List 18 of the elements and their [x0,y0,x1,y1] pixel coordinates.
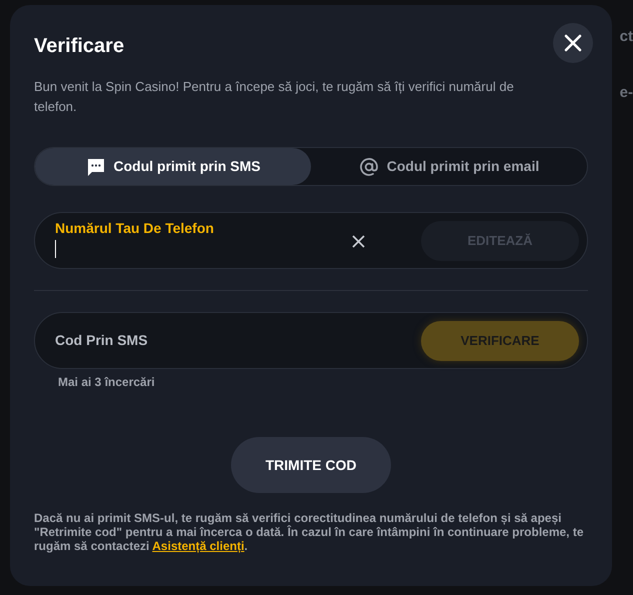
background-text: ct [620,28,633,45]
help-text: Dacă nu ai primit SMS-ul, te rugăm să verifici corectitudinea numărului de telefon și să apeși "Retrimite cod" pentru a mai încerca o dată. În cazul în care întâmpini în continuare probleme, te rugăm să contactezi Asistență clienți. [34,511,585,553]
attempts-text: Mai ai 3 încercări [58,374,156,391]
clear-icon[interactable] [352,235,365,248]
close-button[interactable] [553,23,593,63]
chat-icon [86,156,106,176]
tab[interactable]: Codul primit prin email [311,148,587,185]
background-text: e- [620,84,633,101]
intro-text: Bun venit la Spin Casino! Pentru a începe să joci, te rugăm să îți verifici numărul de telefon. [34,78,515,116]
at-sign-icon [358,156,379,176]
tab[interactable]: Codul primit prin SMS [35,148,311,185]
send-code-button[interactable]: TRIMITE COD [231,437,391,493]
field-label: Cod Prin SMS [55,331,149,350]
support-link[interactable]: Asistență clienți [152,539,244,553]
close-icon [564,34,582,52]
dialog-title: Verificare [34,34,124,59]
text-cursor [55,240,56,258]
field-label: Numărul Tau De Telefon [55,220,215,236]
